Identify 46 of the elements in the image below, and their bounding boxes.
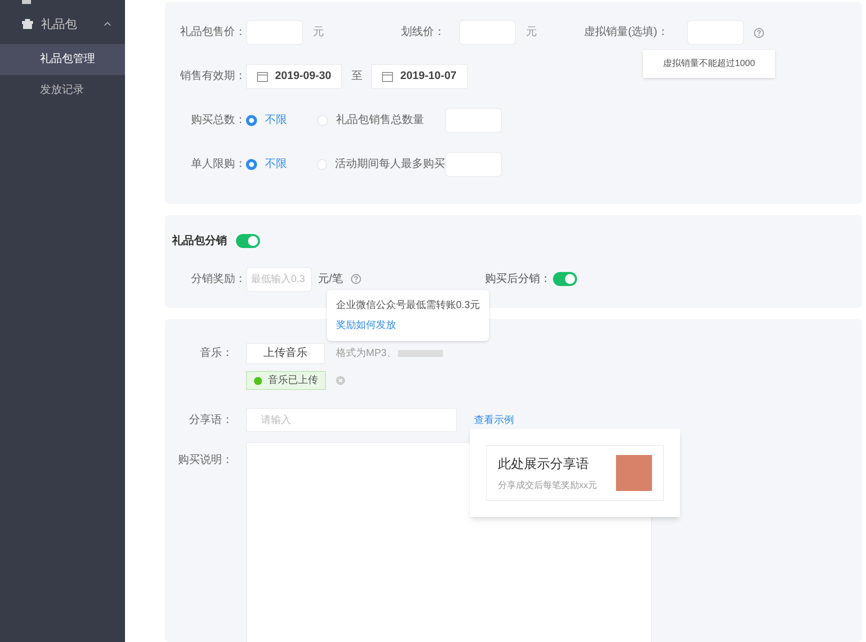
radio-option[interactable]: 不限 bbox=[246, 112, 317, 129]
gift-icon bbox=[22, 19, 33, 29]
toggle-switch[interactable] bbox=[553, 272, 578, 286]
date-field[interactable]: 2019-10-07 bbox=[371, 64, 468, 89]
calendar-icon bbox=[382, 71, 394, 82]
sidebar-item[interactable]: 发放记录 bbox=[0, 75, 125, 106]
separator-label: 至 bbox=[351, 69, 362, 84]
example-title: 此处展示分享语 bbox=[498, 454, 590, 472]
tooltip: 虚拟销量不能超过1000 bbox=[643, 50, 776, 78]
field-label: 单人限购： bbox=[190, 157, 246, 172]
radio-option[interactable]: 活动期间每人最多购买 bbox=[317, 156, 445, 173]
calendar-icon bbox=[257, 71, 268, 82]
unit-label: 元 bbox=[526, 25, 538, 40]
field-label: 销售有效期： bbox=[179, 69, 246, 84]
toggle-switch[interactable] bbox=[236, 234, 260, 248]
unit-label: 元 bbox=[313, 25, 325, 40]
input-field[interactable]: 请输入 bbox=[246, 408, 457, 432]
close-icon[interactable] bbox=[336, 376, 345, 385]
sidebar-item[interactable]: 礼品包 bbox=[0, 4, 125, 44]
section-title: 礼品包分销 bbox=[172, 234, 227, 249]
field-label: 分销奖励： bbox=[190, 272, 246, 287]
example-link[interactable]: 查看示例 bbox=[474, 412, 514, 428]
field-label: 购买总数： bbox=[190, 113, 246, 128]
tooltip-text: 企业微信公众号最低需转账0.3元 bbox=[336, 298, 480, 313]
hint-text: 格式为MP3、 bbox=[336, 346, 397, 361]
field-label: 音乐： bbox=[199, 346, 233, 362]
field-label: 分享语： bbox=[188, 412, 233, 428]
example-subtitle: 分享成交后每笔奖励xx元 bbox=[498, 479, 597, 492]
help-icon[interactable] bbox=[754, 28, 764, 38]
upload-button[interactable]: 上传音乐 bbox=[246, 343, 325, 364]
photo-placeholder bbox=[616, 455, 652, 491]
sidebar-item[interactable]: 礼品包管理 bbox=[0, 44, 125, 75]
help-link[interactable]: 奖励如何发放 bbox=[336, 318, 480, 333]
help-icon[interactable] bbox=[351, 274, 362, 284]
field-label: 购买说明： bbox=[177, 453, 233, 468]
field-label: 购买后分销： bbox=[485, 272, 552, 287]
unit-label: 元/笔 bbox=[318, 272, 344, 287]
radio-option[interactable]: 礼品包销售总数量 bbox=[317, 112, 445, 129]
redacted-block bbox=[398, 350, 443, 357]
radio-option[interactable]: 不限 bbox=[246, 156, 317, 173]
input-field[interactable]: 最低输入0.3 bbox=[246, 266, 312, 292]
success-tag: 音乐已上传 bbox=[246, 371, 326, 390]
field-label: 划线价： bbox=[401, 25, 446, 40]
field-label: 礼品包售价： bbox=[179, 24, 246, 40]
date-field[interactable]: 2019-09-30 bbox=[246, 64, 342, 89]
field-label: 虚拟销量(选填)： bbox=[584, 24, 670, 40]
